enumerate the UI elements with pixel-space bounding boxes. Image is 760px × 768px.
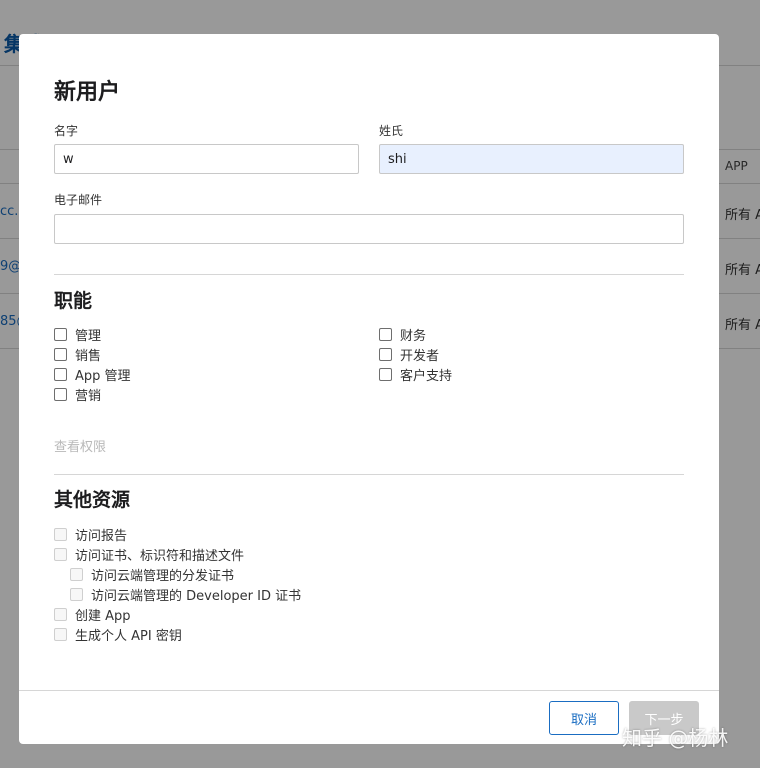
- roles-section-title: 职能: [54, 290, 93, 312]
- first-name-input[interactable]: [54, 144, 359, 174]
- role-label: 客户支持: [400, 368, 453, 384]
- role-checkbox-marketing[interactable]: 营销: [54, 385, 102, 404]
- resource-checkbox-generate-api-key[interactable]: 生成个人 API 密钥: [54, 625, 182, 644]
- resource-label: 生成个人 API 密钥: [75, 628, 182, 644]
- resource-label: 访问证书、标识符和描述文件: [75, 548, 245, 564]
- checkbox-icon[interactable]: [54, 347, 67, 361]
- checkbox-icon[interactable]: [54, 627, 67, 641]
- resource-label: 访问云端管理的 Developer ID 证书: [91, 588, 302, 604]
- role-checkbox-finance[interactable]: 财务: [379, 325, 427, 344]
- role-checkbox-app-manager[interactable]: App 管理: [54, 365, 131, 384]
- section-divider: [54, 274, 684, 275]
- last-name-input[interactable]: [379, 144, 684, 174]
- checkbox-icon[interactable]: [54, 527, 67, 541]
- cancel-button[interactable]: 取消: [549, 701, 619, 735]
- new-user-dialog: 新用户 名字 姓氏 电子邮件 职能 管理 销售 App 管理 营销 财务 开发者…: [19, 34, 719, 744]
- checkbox-icon[interactable]: [70, 587, 83, 601]
- view-permissions-link[interactable]: 查看权限: [54, 436, 106, 455]
- checkbox-icon[interactable]: [54, 607, 67, 621]
- checkbox-icon[interactable]: [379, 347, 392, 361]
- resource-label: 访问报告: [75, 528, 128, 544]
- first-name-label: 名字: [54, 124, 79, 138]
- checkbox-icon[interactable]: [70, 567, 83, 581]
- role-label: 营销: [75, 388, 102, 404]
- role-checkbox-developer[interactable]: 开发者: [379, 345, 440, 364]
- checkbox-icon[interactable]: [379, 367, 392, 381]
- resource-checkbox-cloud-developer-id-certs[interactable]: 访问云端管理的 Developer ID 证书: [70, 585, 302, 604]
- role-label: 管理: [75, 328, 102, 344]
- resources-section-title: 其他资源: [54, 489, 131, 511]
- resource-checkbox-certificates[interactable]: 访问证书、标识符和描述文件: [54, 545, 245, 564]
- role-label: 销售: [75, 348, 102, 364]
- resource-label: 创建 App: [75, 608, 131, 624]
- checkbox-icon[interactable]: [54, 547, 67, 561]
- resource-checkbox-cloud-distribution-certs[interactable]: 访问云端管理的分发证书: [70, 565, 235, 584]
- email-input[interactable]: [54, 214, 684, 244]
- footer-divider: [19, 690, 719, 691]
- checkbox-icon[interactable]: [379, 327, 392, 341]
- role-checkbox-admin[interactable]: 管理: [54, 325, 102, 344]
- last-name-label: 姓氏: [379, 124, 404, 138]
- watermark: 知乎 @杨林: [622, 726, 729, 750]
- role-checkbox-sales[interactable]: 销售: [54, 345, 102, 364]
- resource-checkbox-reports[interactable]: 访问报告: [54, 525, 128, 544]
- checkbox-icon[interactable]: [54, 367, 67, 381]
- role-label: App 管理: [75, 368, 131, 384]
- role-label: 财务: [400, 328, 427, 344]
- resource-checkbox-create-app[interactable]: 创建 App: [54, 605, 131, 624]
- dialog-title: 新用户: [54, 80, 121, 105]
- checkbox-icon[interactable]: [54, 327, 67, 341]
- email-label: 电子邮件: [54, 193, 103, 207]
- section-divider: [54, 474, 684, 475]
- resource-label: 访问云端管理的分发证书: [91, 568, 235, 584]
- role-label: 开发者: [400, 348, 440, 364]
- role-checkbox-customer-support[interactable]: 客户支持: [379, 365, 453, 384]
- checkbox-icon[interactable]: [54, 387, 67, 401]
